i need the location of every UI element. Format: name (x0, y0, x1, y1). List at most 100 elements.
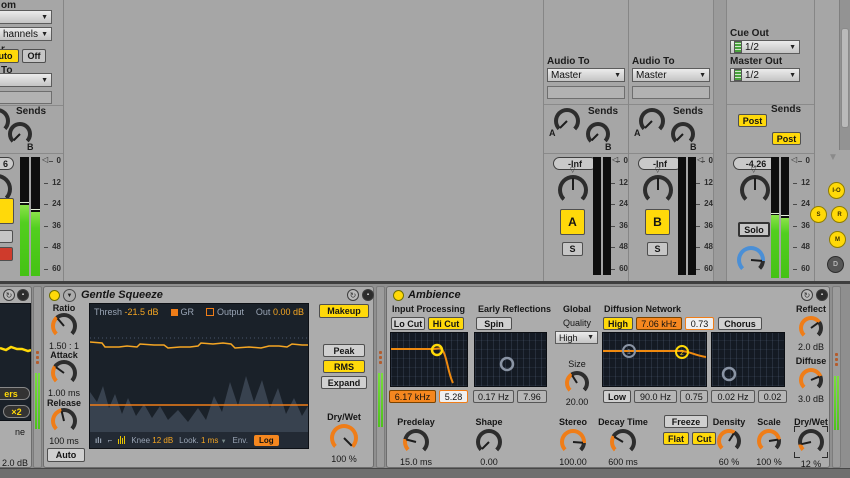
pan-knob[interactable] (740, 175, 770, 205)
diffusion-filter-xy-pad[interactable]: 1 2 (602, 332, 707, 387)
send-a-post-button[interactable]: Post (738, 114, 767, 127)
solo-button[interactable]: Solo (738, 222, 770, 237)
shape-value[interactable]: 0.00 (469, 457, 509, 467)
out-value[interactable]: 0.00 dB (273, 307, 304, 317)
output-chooser[interactable]: ▼ (0, 73, 52, 87)
chorus-amount-value[interactable]: 0.02 (758, 390, 787, 403)
save-preset-icon[interactable]: ▪ (362, 289, 374, 301)
device-fold-icon[interactable]: ▼ (63, 289, 76, 302)
density-value[interactable]: 60 % (707, 457, 751, 467)
param-value-fragment[interactable]: 2.0 dB (2, 458, 28, 468)
scale-value[interactable]: 100 % (749, 457, 789, 467)
decay-time-knob[interactable] (610, 429, 636, 455)
output-legend-label[interactable]: Output (217, 307, 244, 317)
reflect-knob[interactable] (799, 316, 823, 340)
lookahead-value[interactable]: 1 ms (201, 436, 218, 445)
spin-button[interactable]: Spin (476, 317, 512, 330)
diffusion-lo-freq-value[interactable]: 90.0 Hz (634, 390, 677, 403)
expand-button[interactable]: Expand (321, 376, 367, 389)
stereo-value[interactable]: 100.00 (551, 457, 595, 467)
scrollbar-track[interactable] (839, 0, 850, 150)
toggle-returns-button[interactable]: R (831, 206, 848, 223)
audio-to-chooser[interactable]: Master ▼ (547, 68, 625, 82)
rms-button[interactable]: RMS (323, 360, 365, 373)
stereo-knob[interactable] (560, 429, 586, 455)
env-log-button[interactable]: Log (253, 434, 279, 446)
predelay-knob[interactable] (403, 429, 429, 455)
attack-value[interactable]: 1.00 ms (44, 388, 84, 398)
peak-button[interactable]: Peak (323, 344, 365, 357)
display-pill-bottom[interactable]: ×2 (3, 405, 30, 418)
toggle-track-delay-button[interactable]: D (827, 256, 844, 273)
diffuse-knob[interactable] (799, 368, 823, 392)
track-activator-button[interactable]: A (560, 209, 585, 235)
monitor-auto-button[interactable]: uto (0, 49, 19, 63)
cue-volume-knob[interactable] (737, 246, 765, 274)
scale-knob[interactable] (757, 429, 781, 453)
input-filter-q-value[interactable]: 5.28 (439, 390, 468, 403)
diffusion-low-button[interactable]: Low (603, 390, 631, 403)
gr-legend-icon[interactable] (170, 309, 178, 316)
chorus-rate-value[interactable]: 0.02 Hz (711, 390, 755, 403)
diffuse-value[interactable]: 3.0 dB (791, 394, 831, 404)
master-out-chooser[interactable]: 1/2 ▼ (730, 68, 800, 82)
drywet-knob[interactable] (330, 424, 358, 452)
knee-value[interactable]: 12 dB (152, 436, 173, 445)
release-value[interactable]: 100 ms (44, 436, 84, 446)
track-activator-button[interactable] (0, 198, 14, 224)
activity-view-icon[interactable] (118, 436, 126, 444)
device-power-button[interactable] (49, 290, 60, 301)
ratio-knob[interactable] (51, 313, 77, 339)
input-channel-chooser[interactable]: hannels ▼ (0, 27, 52, 41)
thresh-value[interactable]: -21.5 dB (125, 307, 159, 317)
chorus-button[interactable]: Chorus (718, 317, 762, 330)
drywet-value[interactable]: 100 % (321, 454, 367, 464)
decay-time-value[interactable]: 600 ms (593, 457, 653, 467)
save-preset-icon[interactable]: ▪ (816, 289, 828, 301)
density-knob[interactable] (717, 429, 741, 453)
spin-rate-value[interactable]: 0.17 Hz (473, 390, 514, 403)
solo-button[interactable] (0, 230, 13, 243)
device-power-button[interactable] (393, 290, 404, 301)
device-title[interactable]: Ambience (408, 289, 461, 301)
monitor-off-button[interactable]: Off (22, 49, 46, 63)
pan-knob[interactable] (643, 175, 673, 205)
scrollbar-thumb[interactable] (841, 28, 849, 128)
toggle-mixer-button[interactable]: M (829, 231, 846, 248)
spin-xy-pad[interactable] (474, 332, 547, 387)
audio-to-chooser[interactable]: Master ▼ (632, 68, 710, 82)
release-knob[interactable] (51, 408, 77, 434)
toggle-sends-button[interactable]: S (810, 206, 827, 223)
histogram-view-icon[interactable]: ılı (95, 436, 102, 445)
output-legend-icon[interactable] (205, 308, 214, 316)
quality-chooser[interactable]: High ▼ (555, 331, 598, 344)
hi-cut-button[interactable]: Hi Cut (428, 317, 464, 330)
send-b-post-button[interactable]: Post (772, 132, 801, 145)
attack-knob[interactable] (51, 360, 77, 386)
diffusion-high-button[interactable]: High (603, 317, 633, 330)
diffusion-hi-q-value[interactable]: 0.73 (685, 317, 714, 330)
gr-legend-label[interactable]: GR (181, 307, 195, 317)
display-pill-top[interactable]: ers (0, 387, 30, 400)
size-knob[interactable] (565, 371, 589, 395)
track-activator-button[interactable]: B (645, 209, 670, 235)
size-value[interactable]: 20.00 (557, 397, 597, 407)
scroll-down-icon[interactable]: ▼ (828, 152, 838, 163)
arm-record-button[interactable] (0, 247, 13, 261)
transfer-curve-view-icon[interactable]: ⌐ (108, 436, 113, 445)
hot-swap-icon[interactable]: ↻ (3, 289, 15, 301)
send-a-knob[interactable] (639, 108, 665, 134)
track-volume-value[interactable]: 6 (0, 157, 14, 170)
reflect-value[interactable]: 2.0 dB (791, 342, 831, 352)
auto-release-button[interactable]: Auto (47, 448, 85, 462)
chorus-xy-pad[interactable] (711, 332, 785, 387)
solo-button[interactable]: S (562, 242, 583, 256)
input-filter-freq-value[interactable]: 6.17 kHz (389, 390, 436, 403)
makeup-button[interactable]: Makeup (319, 304, 369, 318)
shape-knob[interactable] (476, 429, 502, 455)
pan-knob[interactable] (558, 175, 588, 205)
predelay-value[interactable]: 15.0 ms (394, 457, 438, 467)
toggle-io-button[interactable]: I-O (828, 182, 845, 199)
flat-button[interactable]: Flat (663, 432, 689, 445)
hot-swap-icon[interactable]: ↻ (801, 289, 813, 301)
